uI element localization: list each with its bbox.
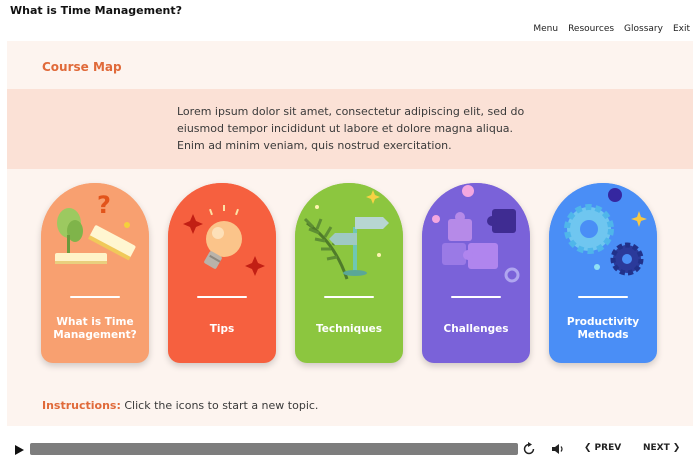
- card-divider: [451, 296, 501, 298]
- card-label: Tips: [209, 322, 235, 335]
- card-divider: [324, 296, 374, 298]
- replay-button[interactable]: [521, 441, 537, 457]
- exit-link[interactable]: Exit: [673, 24, 690, 34]
- intro-band: Lorem ipsum dolor sit amet, consectetur …: [7, 89, 693, 169]
- lightbulb-icon: [168, 183, 276, 291]
- replay-icon: [523, 442, 535, 455]
- instructions-text: Click the icons to start a new topic.: [120, 399, 319, 412]
- top-bar: What is Time Management? Menu Resources …: [0, 0, 700, 40]
- gears-icon: [549, 183, 657, 291]
- player-controls: ❮ PREV NEXT ❯: [0, 432, 700, 470]
- card-label: Productivity Methods: [566, 316, 640, 341]
- prev-label: PREV: [594, 443, 622, 453]
- card-label: Techniques: [315, 322, 383, 335]
- books-plant-icon: ?: [41, 183, 149, 291]
- chevron-left-icon: ❮: [584, 443, 592, 453]
- topic-card-challenges[interactable]: Challenges: [422, 183, 530, 363]
- volume-button[interactable]: [550, 441, 566, 457]
- topic-cards: ? What is Time Management? Tips Techniqu…: [41, 183, 661, 363]
- course-title: What is Time Management?: [10, 4, 182, 17]
- prev-button[interactable]: ❮ PREV: [584, 443, 621, 453]
- topic-card-techniques[interactable]: Techniques: [295, 183, 403, 363]
- card-divider: [578, 296, 628, 298]
- card-divider: [197, 296, 247, 298]
- progress-bar[interactable]: [30, 443, 518, 455]
- next-label: NEXT: [643, 443, 670, 453]
- play-button[interactable]: [12, 442, 26, 456]
- card-label: Challenges: [443, 322, 509, 335]
- top-nav: Menu Resources Glossary Exit: [533, 24, 690, 34]
- topic-card-what-is-time-management[interactable]: ? What is Time Management?: [41, 183, 149, 363]
- topic-card-tips[interactable]: Tips: [168, 183, 276, 363]
- progress-fill: [30, 443, 518, 455]
- topic-card-productivity-methods[interactable]: Productivity Methods: [549, 183, 657, 363]
- next-button[interactable]: NEXT ❯: [643, 443, 680, 453]
- instructions-key: Instructions:: [42, 399, 121, 412]
- card-divider: [70, 296, 120, 298]
- page-title: Course Map: [42, 60, 122, 74]
- instructions: Instructions: Click the icons to start a…: [42, 399, 318, 412]
- puzzle-icon: [422, 183, 530, 291]
- glossary-link[interactable]: Glossary: [624, 24, 663, 34]
- play-icon: [15, 445, 24, 455]
- intro-text: Lorem ipsum dolor sit amet, consectetur …: [177, 105, 525, 152]
- menu-link[interactable]: Menu: [533, 24, 558, 34]
- card-label: What is Time Management?: [53, 316, 137, 341]
- volume-icon: [552, 444, 563, 454]
- resources-link[interactable]: Resources: [568, 24, 614, 34]
- svg-text:?: ?: [97, 191, 111, 219]
- signpost-icon: [295, 183, 403, 291]
- chevron-right-icon: ❯: [672, 443, 681, 453]
- slide-area: Course Map Lorem ipsum dolor sit amet, c…: [7, 41, 693, 426]
